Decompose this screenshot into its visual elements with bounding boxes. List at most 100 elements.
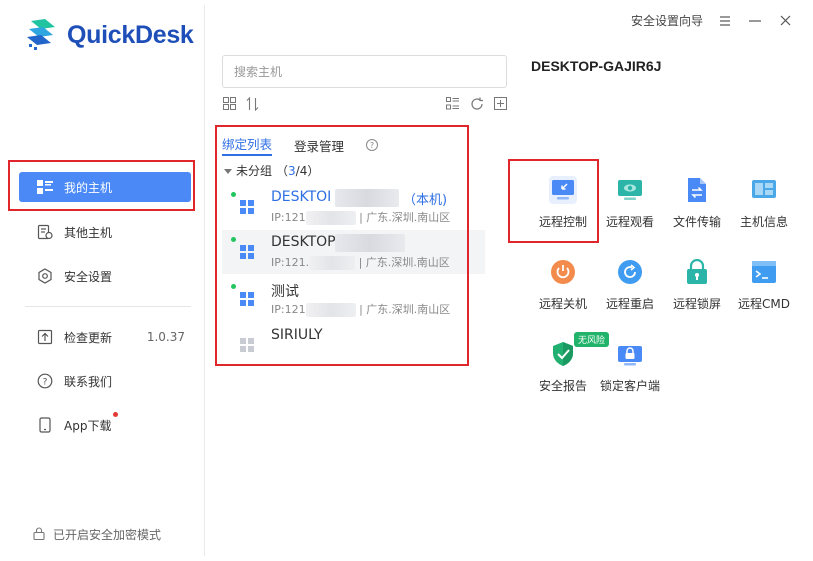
function-label: 远程锁屏 [672,297,721,311]
host-name: 测试 [271,284,299,300]
sidebar-item-label: App下载 [64,418,112,433]
function-label: 锁定客户端 [599,379,660,393]
remote-lock-screen-button[interactable]: 远程锁屏 [664,258,730,312]
file-transfer-icon [683,176,711,204]
host-row[interactable]: DESKTOI （本机) IP:121 | 广东.深圳.南山区 [222,185,485,229]
windows-icon [240,292,254,306]
host-row-offline[interactable]: SIRIULY [222,323,485,367]
remote-restart-button[interactable]: 远程重启 [597,258,663,312]
security-guide-link[interactable]: 安全设置向导 [631,12,703,29]
host-info-icon [750,176,778,204]
titlebar: 安全设置向导 [631,12,793,29]
list-view-icon[interactable] [445,96,460,111]
host-ip: IP:121 | 广东.深圳.南山区 [271,303,451,317]
sidebar: QuickDesk 我的主机 其他主机 安全设置 检查更新 1.0.37 ? 联… [5,5,205,556]
remote-view-button[interactable]: 远程观看 [597,176,663,230]
app-window: QuickDesk 我的主机 其他主机 安全设置 检查更新 1.0.37 ? 联… [0,0,813,561]
tab-bound-list[interactable]: 绑定列表 [222,134,273,156]
lock-client-icon [616,340,644,368]
file-transfer-button[interactable]: 文件传输 [664,176,730,230]
remote-control-button[interactable]: 远程控制 [530,176,596,230]
svg-text:?: ? [42,378,47,388]
restart-icon [616,258,644,286]
secure-mode-label: 已开启安全加密模式 [53,528,162,542]
sidebar-item-label: 检查更新 [64,330,113,345]
search-input[interactable]: 搜索主机 [222,55,507,88]
sidebar-item-my-hosts[interactable]: 我的主机 [19,172,191,202]
close-icon[interactable] [777,13,793,29]
view-toolbar [222,96,260,111]
app-logo: QuickDesk [25,17,194,53]
question-icon: ? [36,373,53,390]
power-icon [549,258,577,286]
security-report-button[interactable]: 无风险 安全报告 [530,332,610,394]
function-label: 安全报告 [538,379,587,393]
sidebar-item-label: 联系我们 [64,374,113,389]
host-ip: IP:121 | 广东.深圳.南山区 [271,211,451,225]
lock-client-button[interactable]: 锁定客户端 [597,340,663,394]
sidebar-item-security-settings[interactable]: 安全设置 [19,261,191,291]
version-label: 1.0.37 [146,330,185,344]
sidebar-item-app-download[interactable]: App下载 [19,410,191,440]
host-row[interactable]: 测试 IP:121 | 广东.深圳.南山区 [222,277,485,321]
shield-settings-icon [36,268,53,285]
security-report-icon: 无风险 [549,332,610,368]
minimize-icon[interactable] [747,13,763,29]
quickdesk-logo-icon [25,17,61,53]
host-ip: IP:121. | 广东.深圳.南山区 [271,256,450,270]
lock-icon [33,526,45,543]
function-label: 主机信息 [739,215,788,229]
sidebar-item-check-update[interactable]: 检查更新 1.0.37 [19,322,191,352]
remote-view-icon [616,176,644,204]
sidebar-item-contact-us[interactable]: ? 联系我们 [19,366,191,396]
notification-dot [113,412,118,417]
group-header[interactable]: 未分组 （3/4） [224,162,319,179]
secure-mode-status: 已开启安全加密模式 [33,526,161,543]
windows-icon [240,245,254,259]
host-info-button[interactable]: 主机信息 [731,176,797,230]
caret-down-icon [224,164,232,178]
online-dot [231,192,236,197]
host-name: DESKTOI [271,189,332,205]
grid-view-icon[interactable] [222,96,237,111]
function-label: 远程控制 [538,215,587,229]
windows-icon [240,338,254,352]
redacted-area [335,234,405,252]
other-hosts-icon [36,224,53,241]
local-tag: （本机) [403,193,448,208]
online-dot [231,237,236,242]
hosts-icon [36,179,53,196]
host-row-selected[interactable]: DESKTOP IP:121. | 广东.深圳.南山区 [222,230,485,274]
tab-login-management[interactable]: 登录管理 [294,136,344,155]
windows-icon [240,200,254,214]
host-tabs: 绑定列表 登录管理 ? [222,134,379,156]
app-name: QuickDesk [67,20,194,49]
group-count: （3/4） [276,164,320,178]
function-label: 远程CMD [738,297,790,311]
cmd-icon [750,258,778,286]
function-label: 远程观看 [605,215,654,229]
selected-host-title: DESKTOP-GAJIR6J [531,58,662,74]
sort-icon[interactable] [245,96,260,111]
function-label: 远程重启 [605,297,654,311]
function-label: 远程关机 [538,297,587,311]
add-host-icon[interactable] [493,96,508,111]
sidebar-item-label: 其他主机 [64,225,113,240]
host-name: SIRIULY [271,327,323,343]
help-icon[interactable]: ? [366,139,379,151]
lock-screen-icon [683,258,711,286]
host-name: DESKTOP [271,234,336,250]
refresh-icon[interactable] [469,96,484,111]
sidebar-item-label: 我的主机 [64,180,113,195]
sidebar-divider [25,306,191,307]
function-label: 文件传输 [672,215,721,229]
remote-control-icon [549,176,577,204]
sidebar-item-other-hosts[interactable]: 其他主机 [19,217,191,247]
hamburger-icon[interactable] [717,13,733,29]
redacted-area [335,189,399,207]
phone-icon [36,417,53,434]
online-dot [231,284,236,289]
remote-shutdown-button[interactable]: 远程关机 [530,258,596,312]
remote-cmd-button[interactable]: 远程CMD [731,258,797,312]
update-icon [36,329,53,346]
